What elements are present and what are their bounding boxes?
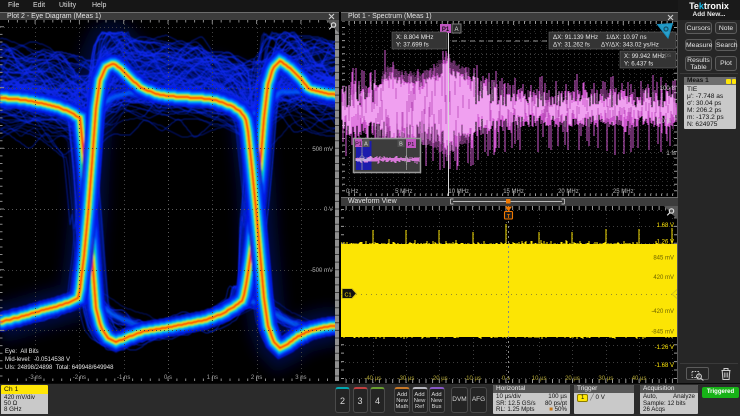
svg-text:Eye: All Bits: Eye: All Bits — [5, 349, 39, 355]
svg-text:A: A — [364, 142, 368, 148]
svg-text:1.26 V: 1.26 V — [657, 240, 674, 246]
svg-text:ΔY: 31.262 fs: ΔY: 31.262 fs — [553, 42, 590, 49]
svg-text:1 fs: 1 fs — [666, 151, 676, 157]
svg-text:1 ps: 1 ps — [660, 53, 671, 59]
svg-text:ΔX: 91.139 MHz: ΔX: 91.139 MHz — [553, 34, 598, 41]
svg-text:-20 µs: -20 µs — [431, 376, 448, 382]
svg-text:420 mV: 420 mV — [653, 275, 674, 281]
svg-text:500 mV: 500 mV — [312, 147, 333, 153]
svg-text:A: A — [454, 27, 458, 33]
svg-text:-845 mV: -845 mV — [651, 330, 674, 336]
svg-text:845 mV: 845 mV — [653, 256, 674, 262]
svg-text:Y: 37.699 fs: Y: 37.699 fs — [396, 42, 429, 49]
svg-text:-2 ns: -2 ns — [73, 375, 86, 381]
svg-text:-3 ns: -3 ns — [28, 375, 41, 381]
svg-text:0 s: 0 s — [164, 375, 172, 381]
svg-text:10 µs: 10 µs — [532, 376, 547, 382]
svg-text:-30 µs: -30 µs — [398, 376, 415, 382]
svg-text:-10 µs: -10 µs — [464, 376, 481, 382]
svg-text:P1: P1 — [355, 142, 362, 148]
svg-text:1 ns: 1 ns — [207, 375, 218, 381]
svg-text:Y: 6.437 fs: Y: 6.437 fs — [624, 61, 653, 68]
svg-text:15 MHz: 15 MHz — [503, 189, 524, 195]
svg-text:0 V: 0 V — [324, 207, 333, 213]
svg-text:-40 µs: -40 µs — [364, 376, 381, 382]
svg-text:1.68 V: 1.68 V — [657, 223, 674, 229]
svg-text:5 MHz: 5 MHz — [395, 189, 412, 195]
svg-text:40 µs: 40 µs — [632, 376, 647, 382]
svg-text:ΔY/ΔX: 343.02 ys/Hz: ΔY/ΔX: 343.02 ys/Hz — [601, 42, 659, 49]
svg-text:-500 mV: -500 mV — [310, 268, 333, 274]
svg-text:10 MHz: 10 MHz — [448, 189, 469, 195]
svg-text:-1.68 V: -1.68 V — [655, 363, 674, 369]
svg-text:-1.26 V: -1.26 V — [655, 345, 674, 351]
svg-text:UIs: 24898/24898 Total: 64994: UIs: 24898/24898 Total: 649948/649948 — [5, 365, 114, 371]
svg-text:30 µs: 30 µs — [598, 376, 613, 382]
svg-text:10 fs: 10 fs — [658, 119, 671, 125]
svg-text:C1: C1 — [344, 293, 351, 299]
svg-text:20 MHz: 20 MHz — [558, 189, 579, 195]
svg-text:1/ΔX: 10.97 ns: 1/ΔX: 10.97 ns — [606, 34, 647, 41]
svg-text:-1 ns: -1 ns — [117, 375, 130, 381]
svg-text:X: 8.804 MHz: X: 8.804 MHz — [396, 34, 434, 41]
svg-text:2 ns: 2 ns — [251, 375, 262, 381]
svg-text:100 fs: 100 fs — [660, 86, 676, 92]
svg-text:B: B — [399, 142, 403, 148]
svg-text:20 µs: 20 µs — [565, 376, 580, 382]
svg-text:P1: P1 — [408, 142, 415, 148]
svg-text:0 Hz: 0 Hz — [346, 189, 358, 195]
svg-text:Mid-level: -0.0514538 V: Mid-level: -0.0514538 V — [5, 357, 70, 363]
svg-text:-420 mV: -420 mV — [651, 309, 674, 315]
svg-text:3 ns: 3 ns — [295, 375, 306, 381]
svg-text:25 MHz: 25 MHz — [613, 189, 634, 195]
